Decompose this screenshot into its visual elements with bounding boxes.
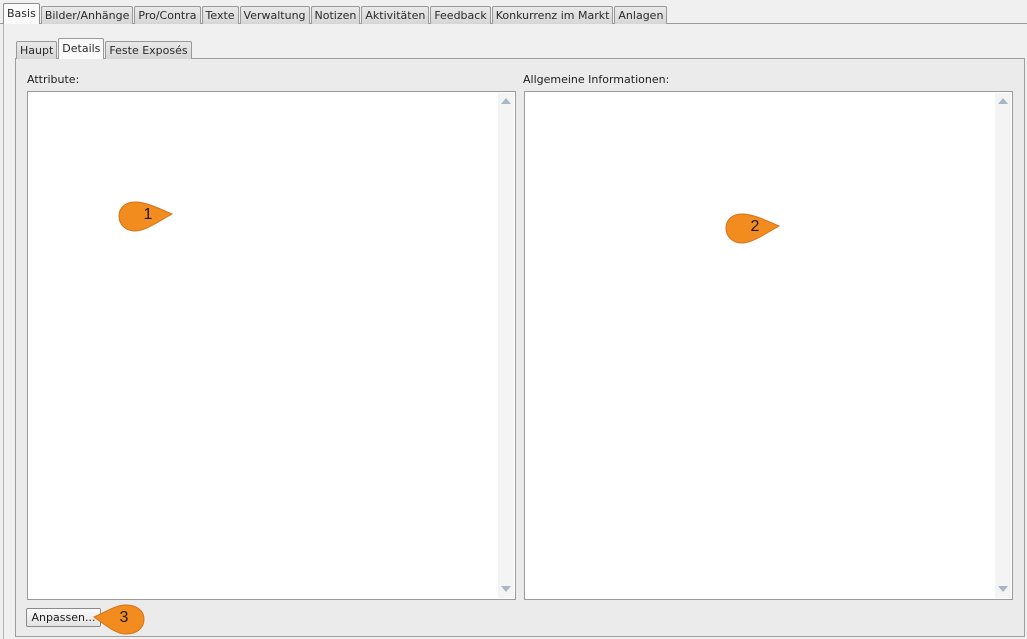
scroll-down-arrow-icon[interactable] <box>998 586 1008 592</box>
tab-anlagen[interactable]: Anlagen <box>614 6 668 24</box>
scroll-up-arrow-icon[interactable] <box>501 98 511 104</box>
scroll-up-arrow-icon[interactable] <box>998 98 1008 104</box>
attributes-label: Attribute: <box>27 73 80 86</box>
general-info-text-area[interactable] <box>524 91 1013 600</box>
callout-marker-3: 3 <box>92 603 152 637</box>
callout-number: 2 <box>750 218 760 235</box>
sub-tab-bar: Haupt Details Feste Exposés <box>16 38 193 59</box>
tab-konkurrenz-im-markt[interactable]: Konkurrenz im Markt <box>491 6 614 24</box>
callout-number: 3 <box>119 609 129 626</box>
callout-marker-1: 1 <box>118 200 178 234</box>
main-tab-bar: Basis Bilder/Anhänge Pro/Contra Texte Ve… <box>3 3 668 24</box>
tab-verwaltung[interactable]: Verwaltung <box>239 6 310 24</box>
attributes-text-area[interactable] <box>27 91 516 600</box>
callout-marker-2: 2 <box>725 212 785 246</box>
tab-details[interactable]: Details <box>58 38 105 59</box>
general-info-scrollbar[interactable] <box>995 93 1011 598</box>
details-window: Basis Bilder/Anhänge Pro/Contra Texte Ve… <box>0 0 1027 639</box>
customize-button[interactable]: Anpassen... <box>26 608 101 627</box>
tab-feste-exposes[interactable]: Feste Exposés <box>105 41 192 59</box>
attributes-scrollbar[interactable] <box>498 93 514 598</box>
scroll-down-arrow-icon[interactable] <box>501 586 511 592</box>
tab-pro-contra[interactable]: Pro/Contra <box>134 6 201 24</box>
tab-basis[interactable]: Basis <box>3 3 40 24</box>
general-info-label: Allgemeine Informationen: <box>523 73 670 86</box>
callout-number: 1 <box>143 206 153 223</box>
tab-haupt[interactable]: Haupt <box>16 41 58 59</box>
tab-feedback[interactable]: Feedback <box>430 6 491 24</box>
tab-bilder-anhaenge[interactable]: Bilder/Anhänge <box>40 6 134 24</box>
tab-notizen[interactable]: Notizen <box>310 6 361 24</box>
tab-texte[interactable]: Texte <box>201 6 239 24</box>
tab-aktivitaeten[interactable]: Aktivitäten <box>361 6 430 24</box>
